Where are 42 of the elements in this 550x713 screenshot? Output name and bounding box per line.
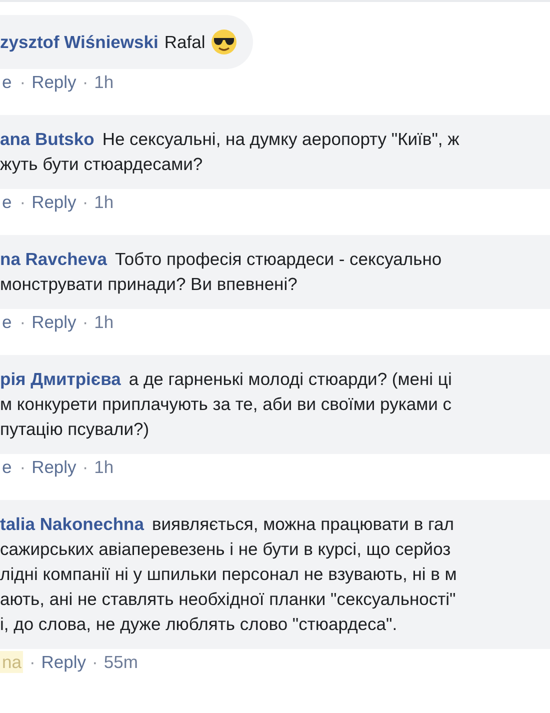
comment-time[interactable]: 55m [104,651,138,673]
reply-link[interactable]: Reply [32,311,76,333]
separator-dot: · [82,71,88,93]
comment-text: жуть бути стюардесами? [0,153,203,176]
comment-text: Не сексуальні, на думку аеропорту "Київ", ж [102,128,460,151]
reply-link[interactable]: Reply [32,191,76,213]
like-link[interactable]: e [0,456,14,478]
comment-time[interactable]: 1h [94,191,114,213]
like-link[interactable]: e [0,191,14,213]
like-link[interactable]: e [0,71,14,93]
comment-text: м конкурети приплачують за те, аби ви своїми руками с [0,393,452,416]
comment-time[interactable]: 1h [94,456,114,478]
separator-dot: · [20,456,26,478]
comment-text: ають, ані не ставлять необхідної планки "сексуальності" [0,588,456,611]
separator-dot: · [20,191,26,213]
comment-time[interactable]: 1h [94,311,114,333]
comment-text: Rafal [164,30,206,54]
comment-text: сажирських авіаперевезень і не бути в курсі, що серйоз [0,538,451,561]
comment-text: путацію псували?) [0,418,150,441]
comment-time[interactable]: 1h [94,71,114,93]
separator-dot: · [82,311,88,333]
comment-text: і, до слова, не дуже люблять слово "стюардеса". [0,613,398,636]
reply-link[interactable]: Reply [32,456,76,478]
author-name[interactable]: ana Butsko [0,127,94,152]
author-name[interactable]: na Ravcheva [0,247,108,272]
reply-link[interactable]: Reply [41,651,86,673]
separator-dot: · [82,191,88,213]
comment-text: Тобто професія стюардеси - сексуально [115,248,442,271]
reply-link[interactable]: Reply [32,71,76,93]
author-name[interactable]: рія Дмитрієва [0,367,121,392]
comment-text: лідні компанії ні у шпильки персонал не взувають, ні в м [0,563,457,586]
author-name[interactable]: talia Nakonechna [0,512,144,537]
separator-dot: · [82,456,88,478]
comment-text: а де гарненькі молоді стюарди? (мені ці [128,368,452,391]
separator-dot: · [20,311,26,333]
like-link[interactable]: e [0,311,14,333]
separator-dot: · [92,651,98,673]
comment-text: виявляється, можна працювати в гал [152,513,454,536]
comment-text: монструвати принади? Ви впевнені? [0,273,298,296]
separator-dot: · [20,71,26,93]
author-name[interactable]: zysztof Wiśniewski [0,30,158,54]
separator-dot: · [29,651,36,673]
